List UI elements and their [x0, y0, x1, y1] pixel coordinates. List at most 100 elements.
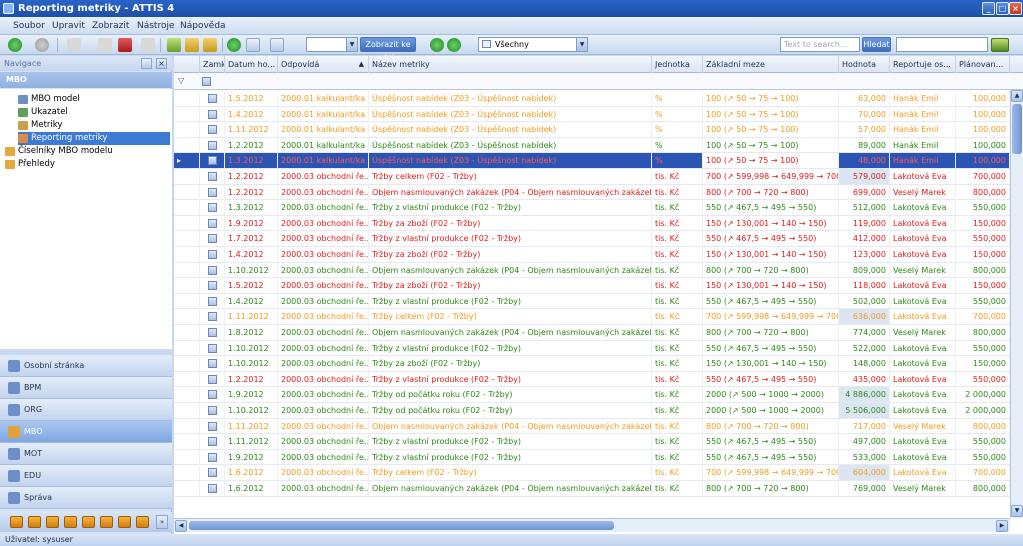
folder-icon[interactable] — [100, 516, 113, 528]
lock-icon[interactable] — [185, 38, 199, 52]
table-row[interactable]: ▸ 1.3.2012 2000.01 kalkulant/ka ... Úspěšno… — [174, 153, 1010, 169]
scroll-thumb[interactable] — [1012, 104, 1022, 154]
unlock-icon[interactable] — [203, 38, 217, 52]
grid-settings-icon[interactable] — [270, 38, 284, 52]
row-indicator[interactable] — [174, 169, 200, 184]
table-row[interactable]: 1.5.2012 2000.03 obchodní ře... Tržby za z… — [174, 278, 1010, 294]
table-row[interactable]: 1.10.2012 2000.03 obchodní ře... Tržby z v… — [174, 340, 1010, 357]
lock-checkbox[interactable] — [208, 359, 217, 369]
lock-checkbox-cell[interactable] — [200, 137, 225, 153]
filter-checkbox[interactable] — [202, 77, 211, 86]
show-by-date-button[interactable]: Zobrazit ke dni — [360, 37, 416, 62]
row-indicator[interactable] — [174, 278, 200, 294]
back-icon[interactable] — [8, 38, 22, 52]
column-header-metric-name[interactable]: Název metriky — [369, 56, 652, 73]
column-header-unit[interactable]: Jednotka — [652, 56, 703, 73]
lock-checkbox[interactable] — [208, 421, 217, 431]
lock-checkbox[interactable] — [208, 452, 217, 462]
lock-checkbox[interactable] — [208, 172, 217, 181]
row-indicator[interactable] — [174, 387, 200, 403]
filter-icon[interactable]: ▽ — [178, 76, 184, 85]
lock-checkbox[interactable] — [208, 406, 217, 415]
lock-checkbox[interactable] — [208, 203, 217, 213]
down-icon[interactable] — [447, 38, 461, 52]
lock-checkbox-cell[interactable] — [200, 169, 225, 184]
column-header-value[interactable]: Hodnota — [839, 56, 890, 73]
lock-checkbox[interactable] — [208, 187, 217, 197]
menu-upravit[interactable]: Upravit — [52, 19, 85, 33]
row-indicator[interactable] — [174, 356, 200, 372]
table-row[interactable]: 1.11.2012 2000.01 kalkulant/ka ... Úspěšno… — [174, 122, 1010, 138]
row-indicator[interactable] — [174, 137, 200, 153]
lock-checkbox-cell[interactable] — [200, 247, 225, 262]
table-row[interactable]: 1.2.2012 2000.03 obchodní ře... Tržby celk… — [174, 169, 1010, 185]
view-select[interactable]: Všechny ▼ — [478, 37, 588, 52]
scroll-up-icon[interactable]: ▲ — [1011, 90, 1023, 102]
lock-checkbox[interactable] — [208, 343, 217, 353]
expand-icon[interactable]: » — [156, 515, 168, 529]
nav-button-edu[interactable]: EDU — [0, 465, 172, 487]
scroll-left-icon[interactable]: ◀ — [175, 520, 187, 532]
chevron-down-icon[interactable]: ▼ — [576, 38, 587, 51]
row-indicator[interactable] — [174, 309, 200, 325]
undo-icon[interactable] — [141, 38, 155, 52]
lock-checkbox[interactable] — [208, 140, 217, 150]
row-indicator[interactable] — [174, 418, 200, 434]
lock-checkbox-cell[interactable] — [200, 325, 225, 340]
lock-checkbox[interactable] — [208, 312, 217, 322]
lock-checkbox[interactable] — [208, 296, 217, 306]
row-indicator[interactable] — [174, 262, 200, 278]
row-indicator[interactable] — [174, 325, 200, 340]
minimize-icon[interactable]: _ — [982, 2, 995, 15]
table-row[interactable]: 1.3.2012 2000.03 obchodní ře... Tržby z vl… — [174, 200, 1010, 216]
new-icon[interactable] — [67, 38, 81, 52]
refresh-data-icon[interactable] — [167, 38, 181, 52]
menu-napoveda[interactable]: Nápověda — [180, 19, 226, 33]
row-indicator[interactable] — [174, 184, 200, 200]
menu-nastroje[interactable]: Nástroje — [137, 19, 175, 33]
nav-button-mot[interactable]: MOT — [0, 443, 172, 465]
lock-checkbox-cell[interactable] — [200, 309, 225, 325]
delete-icon[interactable] — [118, 38, 132, 52]
table-row[interactable]: 1.11.2012 2000.03 obchodní ře... Tržby cel… — [174, 309, 1010, 325]
tree-item-ukazatel[interactable]: Ukazatel — [18, 106, 68, 119]
lock-checkbox-cell[interactable] — [200, 434, 225, 450]
lock-checkbox[interactable] — [208, 94, 217, 103]
tree-item-reporting-metriky[interactable]: Reporting metriky — [18, 132, 170, 145]
lock-checkbox[interactable] — [208, 156, 217, 166]
horizontal-scrollbar[interactable]: ◀ ▶ — [174, 518, 1010, 532]
table-row[interactable]: 1.2.2012 2000.03 obchodní ře... Objem nasm… — [174, 184, 1010, 201]
vertical-scrollbar[interactable]: ▲ ▼ — [1010, 90, 1023, 518]
table-row[interactable]: 1.5.2012 2000.01 kalkulant/ka ... Úspěšnos… — [174, 91, 1010, 107]
lock-checkbox-cell[interactable] — [200, 106, 225, 122]
tree-item-mbo-model[interactable]: MBO model — [18, 93, 80, 106]
folder-icon[interactable] — [28, 516, 41, 528]
column-header-reporter[interactable]: Reportuje os... — [890, 56, 956, 73]
tree-item-metriky[interactable]: Metriky — [18, 119, 62, 132]
date-picker[interactable]: ▼ — [306, 37, 358, 52]
row-indicator[interactable] — [174, 403, 200, 418]
table-row[interactable]: 1.9.2012 2000.03 obchodní ře... Tržby za z… — [174, 215, 1010, 232]
column-header-limits[interactable]: Základní meze — [703, 56, 839, 73]
scroll-down-icon[interactable]: ▼ — [1011, 505, 1023, 517]
row-indicator[interactable] — [174, 465, 200, 481]
lock-checkbox[interactable] — [208, 484, 217, 493]
folder-icon[interactable] — [64, 516, 77, 528]
lock-checkbox-cell[interactable] — [200, 465, 225, 481]
search-input[interactable]: Text to search... — [780, 37, 860, 52]
row-indicator[interactable] — [174, 215, 200, 231]
lock-checkbox[interactable] — [208, 234, 217, 244]
table-row[interactable]: 1.2.2012 2000.03 obchodní ře... Tržby z vl… — [174, 371, 1010, 388]
menu-zobrazit[interactable]: Zobrazit — [92, 19, 129, 33]
column-header-planned[interactable]: Plánovan... — [956, 56, 1010, 73]
close-panel-icon[interactable]: × — [156, 58, 167, 69]
lock-checkbox-cell[interactable] — [200, 387, 225, 403]
save-icon[interactable] — [98, 38, 112, 52]
row-indicator[interactable] — [174, 231, 200, 247]
lock-checkbox-cell[interactable] — [200, 231, 225, 247]
column-header-locked[interactable]: Zamk... — [200, 56, 225, 73]
lock-checkbox[interactable] — [208, 281, 217, 291]
table-row[interactable]: 1.2.2012 2000.01 kalkulant/ka ... Úspěšnos… — [174, 137, 1010, 154]
row-indicator[interactable] — [174, 106, 200, 122]
row-indicator[interactable] — [174, 371, 200, 387]
